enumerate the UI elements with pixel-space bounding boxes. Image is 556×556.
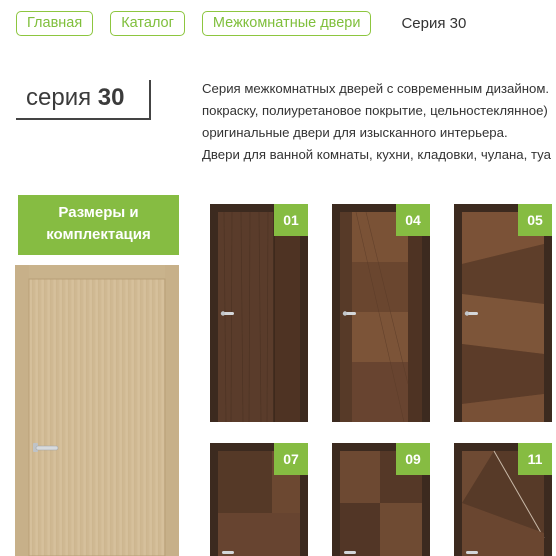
door-number-badge[interactable]: 01 [274,204,308,236]
door-number-badge[interactable]: 07 [274,443,308,475]
breadcrumb-catalog-link[interactable]: Каталог [110,11,185,36]
page-title: серия 30 [16,80,151,120]
series-description: Серия межкомнатных дверей с современным … [202,78,556,166]
description-line: Серия межкомнатных дверей с современным … [202,81,550,96]
description-line: покраску, полиуретановое покрытие, цельн… [202,103,548,118]
door-number-badge[interactable]: 04 [396,204,430,236]
door-card-07[interactable]: 07 [210,443,308,556]
sizes-button-line: Размеры и [58,204,139,221]
door-04-illustration [332,204,430,422]
door-05-illustration [454,204,552,422]
breadcrumb-current: Серия 30 [401,15,467,32]
sizes-and-equipment-button[interactable]: Размеры и комплектация [18,195,179,255]
door-number-badge[interactable]: 11 [518,443,552,475]
series-title-number: 30 [97,84,125,111]
featured-door-image[interactable] [15,265,179,556]
description-line: оригинальные двери для изысканного интер… [202,125,508,140]
breadcrumb: Главная Каталог Межкомнатные двери Серия… [16,11,466,36]
door-01-illustration [210,204,308,422]
series-title-prefix: серия [26,84,92,111]
door-card-09[interactable]: 09 [332,443,430,556]
description-line: Двери для ванной комнаты, кухни, кладовк… [202,147,551,162]
light-oak-door-illustration [15,265,179,556]
door-card-11[interactable]: 11 [454,443,552,556]
sizes-button-line: комплектация [46,226,151,243]
breadcrumb-home-link[interactable]: Главная [16,11,94,36]
breadcrumb-interior-doors-link[interactable]: Межкомнатные двери [201,11,372,36]
door-number-badge[interactable]: 05 [518,204,552,236]
door-card-01[interactable]: 01 [210,204,308,422]
door-number-badge[interactable]: 09 [396,443,430,475]
door-card-04[interactable]: 04 [332,204,430,422]
door-card-05[interactable]: 05 [454,204,552,422]
